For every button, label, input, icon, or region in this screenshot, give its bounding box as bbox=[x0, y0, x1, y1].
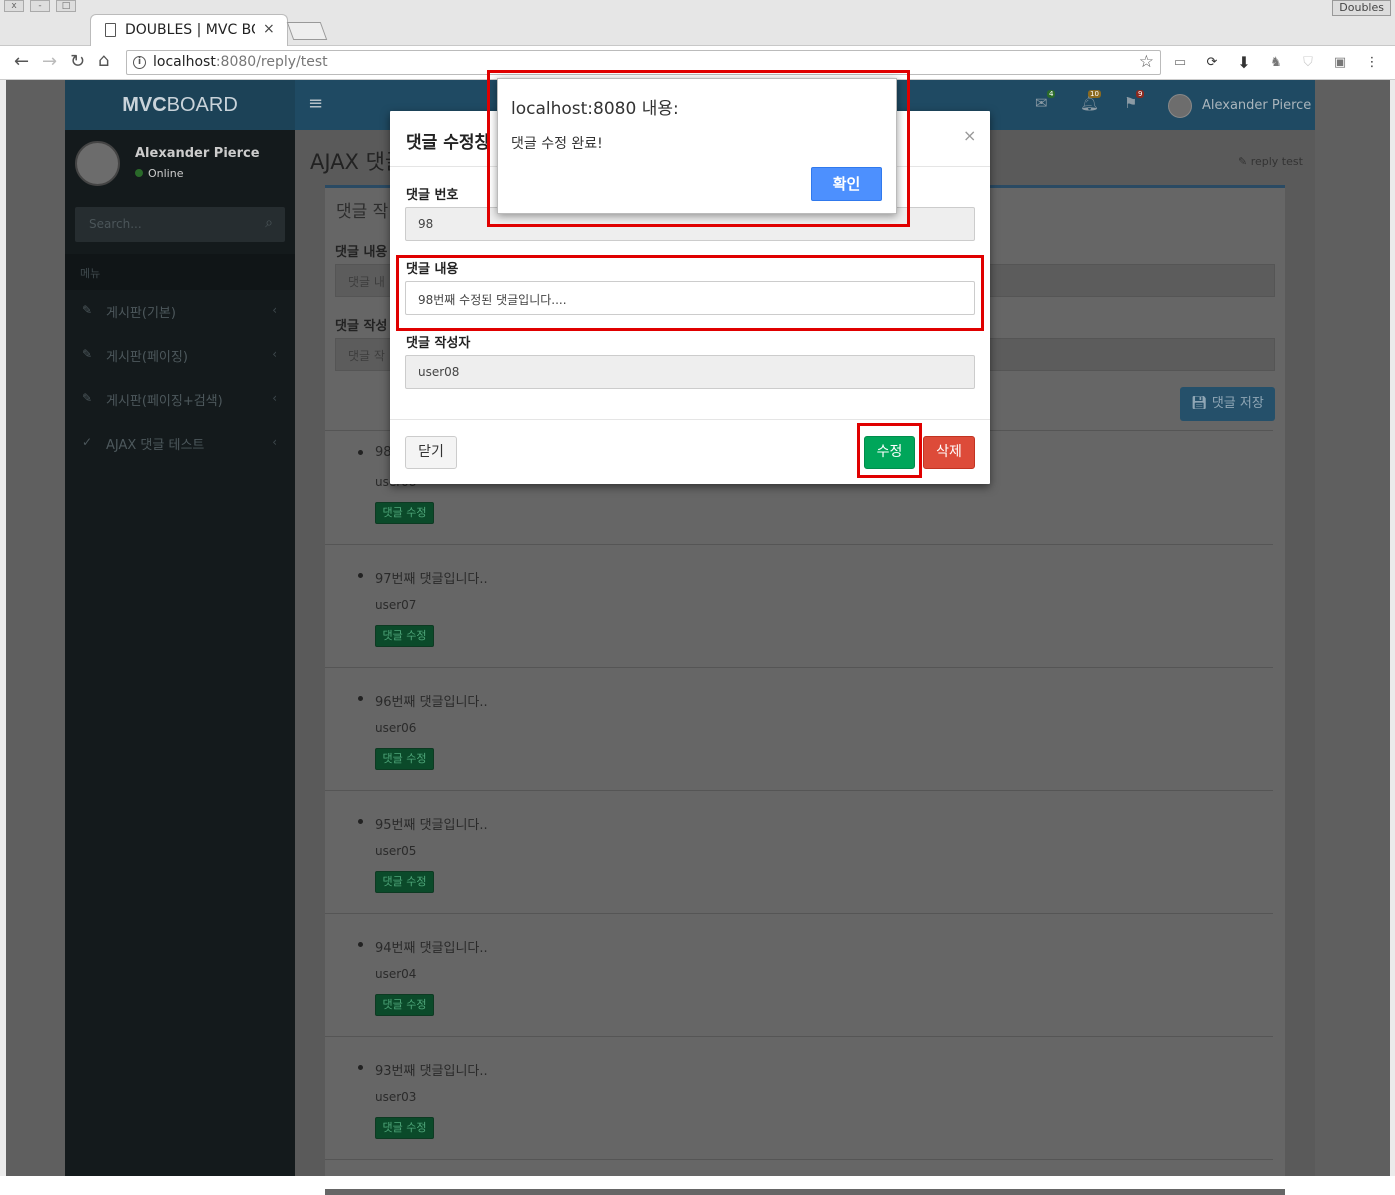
online-status: Online bbox=[135, 167, 183, 180]
shield-icon[interactable]: ⛉ bbox=[1300, 55, 1316, 71]
reply-writer-field: user08 bbox=[405, 355, 975, 389]
highlight-reply-text bbox=[396, 255, 984, 331]
chevron-left-icon: ‹ bbox=[272, 303, 277, 317]
cast-icon[interactable]: ▭ bbox=[1172, 55, 1188, 71]
window-titlebar: x - □ bbox=[0, 0, 1395, 14]
chevron-left-icon: ‹ bbox=[272, 391, 277, 405]
menu-dots-icon[interactable]: ⋮ bbox=[1364, 55, 1380, 71]
sidebar-user-name: Alexander Pierce bbox=[135, 146, 260, 161]
reply-writer-label: 댓글 작성자 bbox=[406, 336, 471, 351]
sidebar-item-ajax-reply[interactable]: ✓ AJAX 댓글 테스트 ‹ bbox=[65, 422, 295, 466]
edit-icon: ✎ bbox=[82, 347, 93, 361]
highlight-modify-button bbox=[857, 423, 922, 478]
edit-reply-button[interactable]: 댓글 수정 bbox=[375, 1117, 434, 1139]
document-icon bbox=[105, 23, 116, 37]
list-item: 96번째 댓글입니다.. user06 댓글 수정 bbox=[356, 691, 656, 791]
window-maximize-icon[interactable]: □ bbox=[56, 0, 76, 12]
sidebar-menu-header: 메뉴 bbox=[65, 254, 295, 290]
list-item: 94번째 댓글입니다.. user04 댓글 수정 bbox=[356, 937, 656, 1037]
sidebar-item-board-paging[interactable]: ✎ 게시판(페이징) ‹ bbox=[65, 334, 295, 378]
info-icon[interactable]: i bbox=[133, 56, 146, 69]
edit-icon: ✎ bbox=[82, 391, 93, 405]
messages-badge: 4 bbox=[1047, 90, 1056, 98]
app-logo[interactable]: MVCBOARD bbox=[65, 80, 295, 130]
reply-no-label: 댓글 번호 bbox=[406, 188, 459, 203]
list-item: 95번째 댓글입니다.. user05 댓글 수정 bbox=[356, 814, 656, 914]
envelope-icon[interactable]: ✉ bbox=[1035, 94, 1048, 112]
status-dot-icon bbox=[135, 169, 143, 177]
tab-title: DOUBLES | MVC BOARD bbox=[125, 22, 255, 38]
sidebar-item-board-paging-search[interactable]: ✎ 게시판(페이징+검색) ‹ bbox=[65, 378, 295, 422]
header-user-menu[interactable]: Alexander Pierce bbox=[1168, 94, 1312, 118]
download-icon[interactable]: ⬇ bbox=[1236, 55, 1252, 71]
save-reply-button[interactable]: 💾︎ 댓글 저장 bbox=[1180, 387, 1275, 421]
edit-reply-button[interactable]: 댓글 수정 bbox=[375, 871, 434, 893]
highlight-alert bbox=[487, 70, 910, 227]
breadcrumb[interactable]: ✎ reply test bbox=[1238, 155, 1303, 168]
bookmark-star-icon[interactable]: ☆ bbox=[1139, 52, 1154, 72]
reload-icon[interactable]: ↻ bbox=[70, 53, 85, 71]
edit-icon: ✎ bbox=[82, 303, 93, 317]
notifications-badge: 10 bbox=[1088, 90, 1101, 98]
forward-arrow-icon[interactable]: → bbox=[42, 53, 57, 71]
chevron-left-icon: ‹ bbox=[272, 347, 277, 361]
close-button[interactable]: 닫기 bbox=[405, 436, 457, 469]
extension-box-icon[interactable]: ▣ bbox=[1332, 55, 1348, 71]
sidebar-item-board-basic[interactable]: ✎ 게시판(기본) ‹ bbox=[65, 290, 295, 334]
url-text: localhost:8080/reply/test bbox=[153, 54, 328, 70]
avatar bbox=[1168, 94, 1192, 118]
flag-icon[interactable]: ⚑ bbox=[1124, 94, 1137, 112]
list-item: 97번째 댓글입니다.. user07 댓글 수정 bbox=[356, 568, 656, 668]
sync-icon[interactable]: ⟳ bbox=[1204, 55, 1220, 71]
reply-writer-label: 댓글 작성 bbox=[335, 319, 388, 334]
extension-icon[interactable]: ♞ bbox=[1268, 55, 1284, 71]
tasks-badge: 9 bbox=[1136, 90, 1145, 98]
close-icon[interactable]: × bbox=[963, 126, 976, 145]
window-minimize-icon[interactable]: - bbox=[30, 0, 50, 12]
avatar bbox=[75, 141, 120, 186]
edit-reply-button[interactable]: 댓글 수정 bbox=[375, 748, 434, 770]
reply-text-label: 댓글 내용 bbox=[335, 245, 388, 260]
profile-badge[interactable]: Doubles bbox=[1332, 0, 1391, 16]
browser-tab-active[interactable]: DOUBLES | MVC BOARD × bbox=[90, 14, 288, 46]
modal-title: 댓글 수정창 bbox=[406, 133, 491, 153]
search-icon[interactable]: ⌕ bbox=[265, 215, 273, 231]
home-icon[interactable]: ⌂ bbox=[98, 52, 109, 70]
list-item: 93번째 댓글입니다.. user03 댓글 수정 bbox=[356, 1060, 656, 1160]
edit-reply-button[interactable]: 댓글 수정 bbox=[375, 994, 434, 1016]
header-user-name: Alexander Pierce bbox=[1202, 98, 1312, 113]
chevron-left-icon: ‹ bbox=[272, 435, 277, 449]
check-circle-icon: ✓ bbox=[82, 435, 93, 449]
delete-button[interactable]: 삭제 bbox=[923, 436, 975, 469]
tab-close-icon[interactable]: × bbox=[263, 21, 275, 37]
box-title: 댓글 작 bbox=[336, 202, 389, 222]
sidebar-search-input[interactable]: Search... ⌕ bbox=[75, 207, 285, 242]
edit-icon: ✎ bbox=[1238, 155, 1248, 168]
window-close-icon[interactable]: x bbox=[4, 0, 24, 12]
edit-reply-button[interactable]: 댓글 수정 bbox=[375, 502, 434, 524]
new-tab-button[interactable] bbox=[286, 22, 328, 40]
menu-toggle-icon[interactable]: ≡ bbox=[308, 93, 323, 114]
back-arrow-icon[interactable]: ← bbox=[14, 53, 29, 71]
save-icon: 💾︎ bbox=[1191, 396, 1208, 411]
edit-reply-button[interactable]: 댓글 수정 bbox=[375, 625, 434, 647]
